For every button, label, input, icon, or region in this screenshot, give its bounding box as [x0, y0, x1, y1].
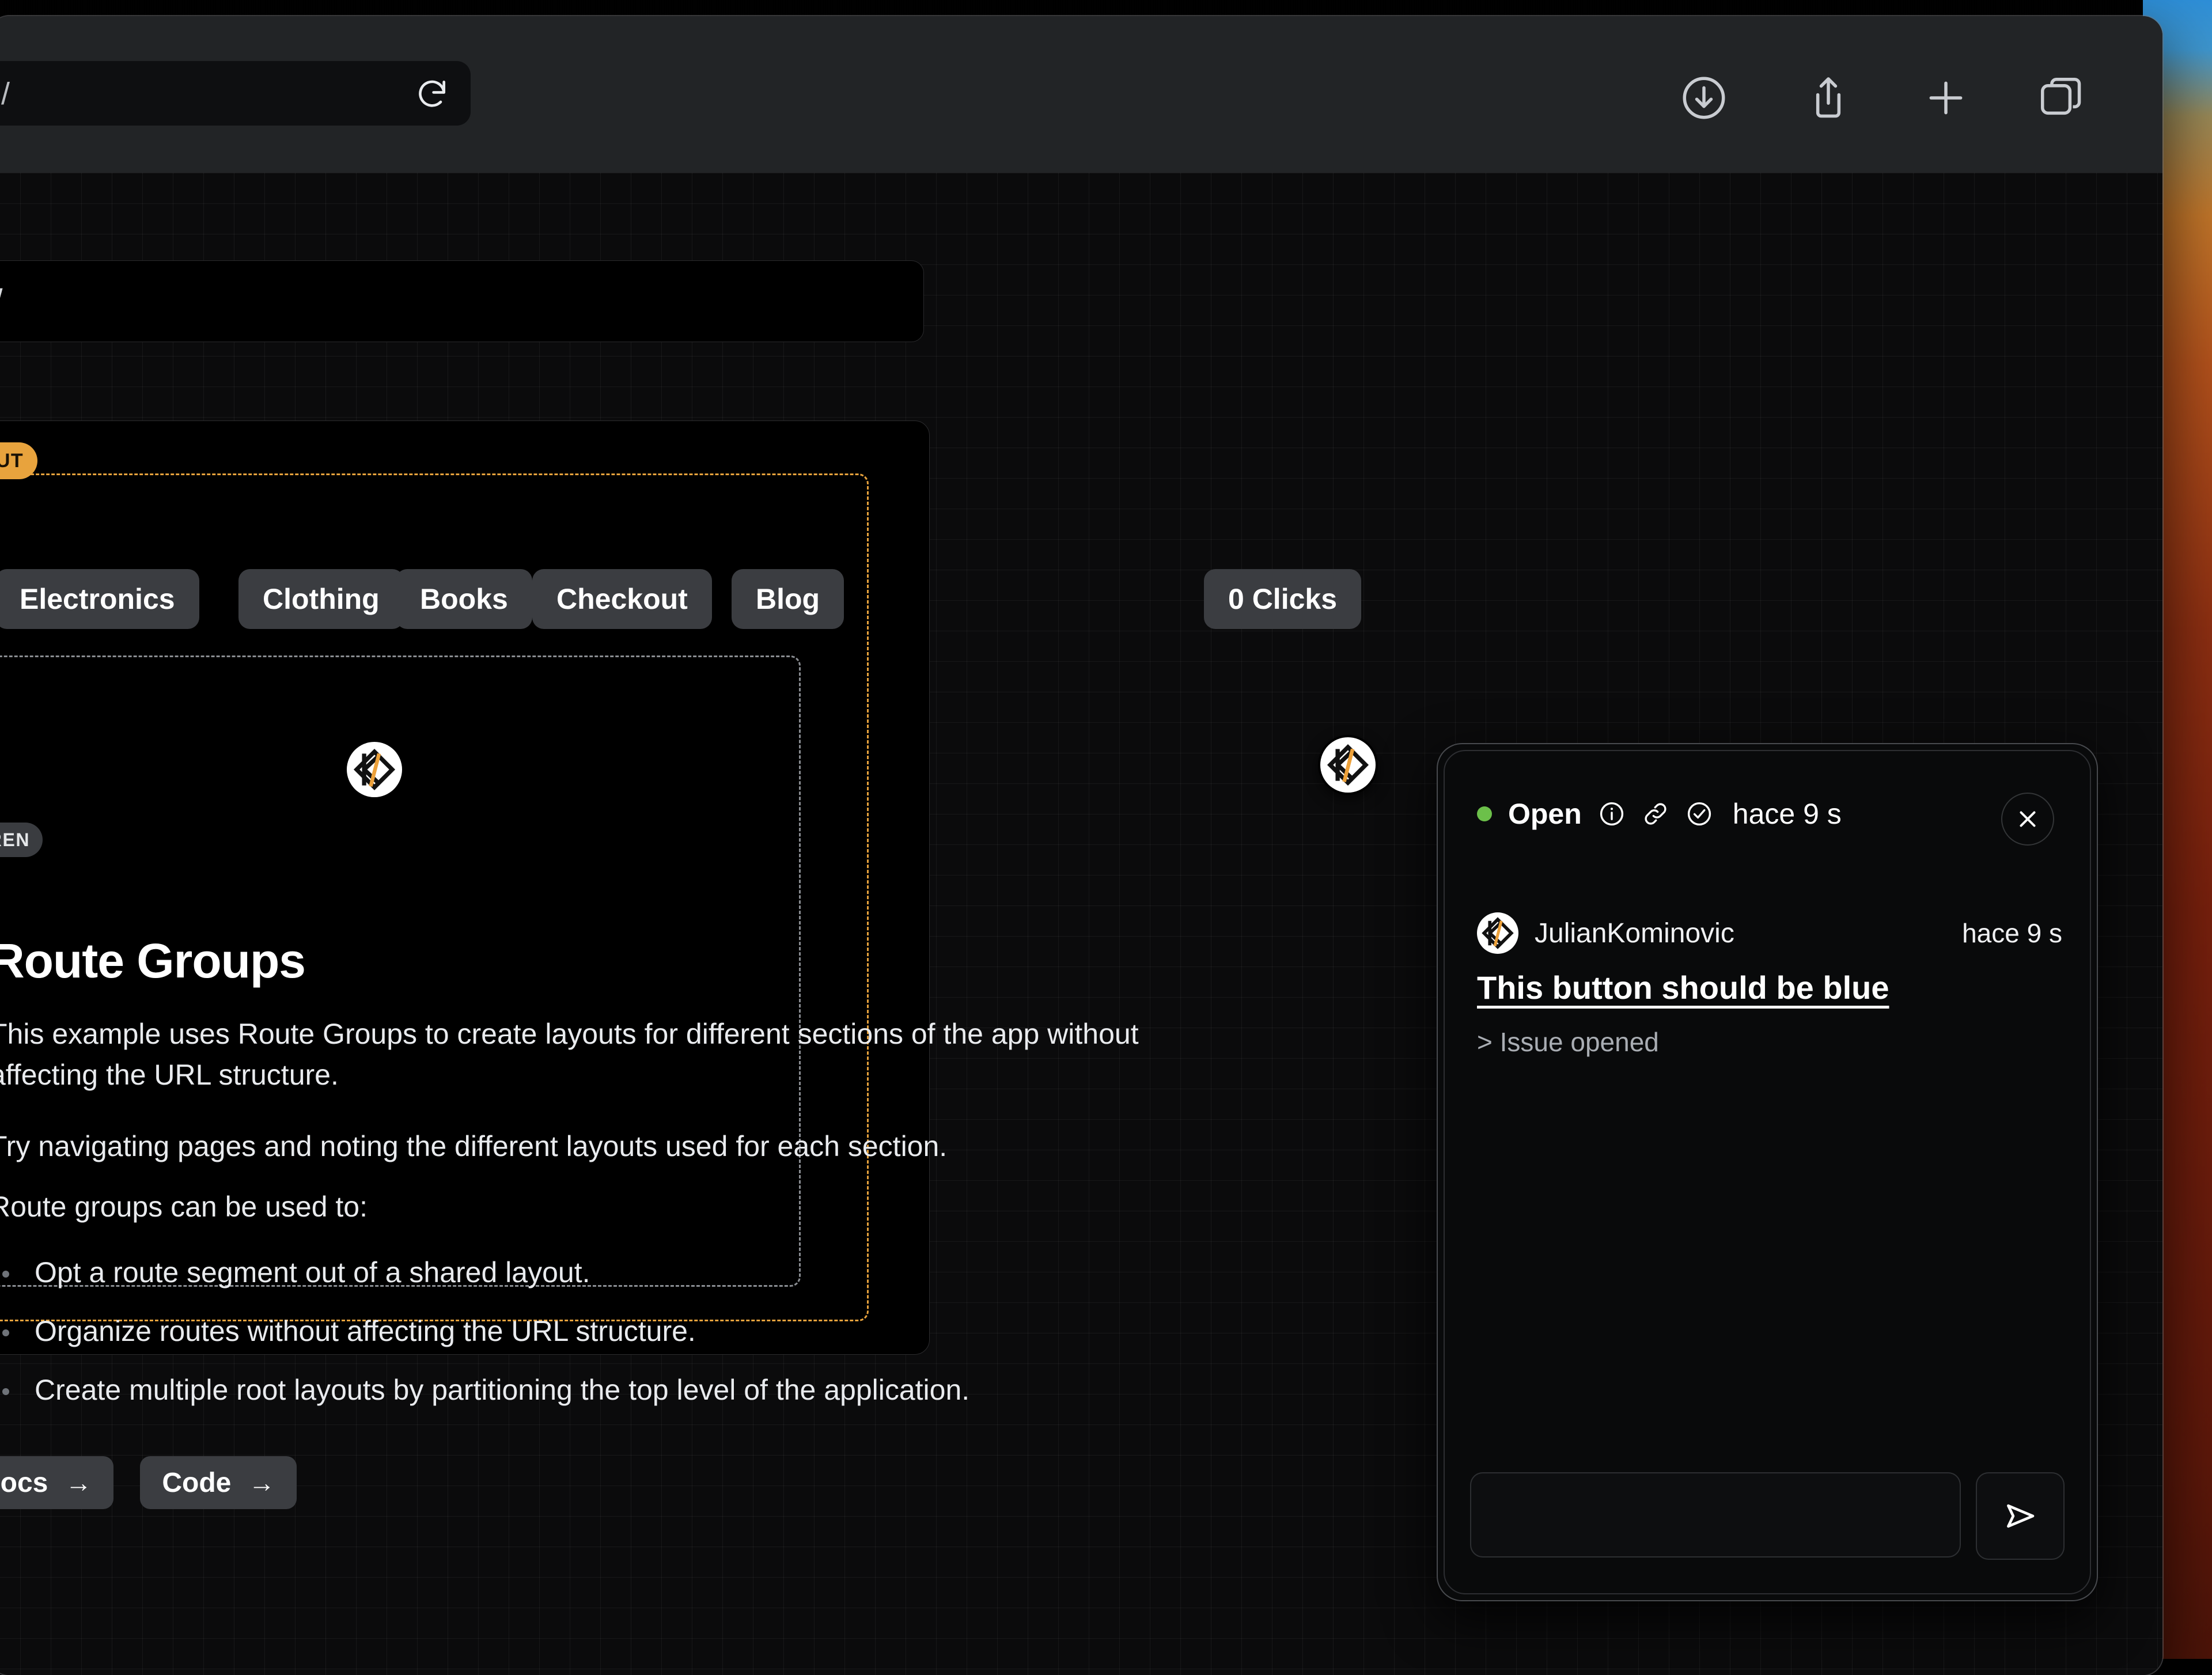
devtools-layout-badge[interactable]: LAYOUT: [0, 442, 37, 479]
code-button-label: Code: [162, 1467, 231, 1499]
message-time: hace 9 s: [1962, 918, 2062, 949]
browser-toolbar: /: [0, 16, 2162, 173]
link-icon[interactable]: [1642, 800, 1669, 828]
issue-body-text: > Issue opened: [1477, 1026, 1659, 1058]
nav-item-clothing[interactable]: Clothing: [238, 569, 404, 629]
list-item: Create multiple root layouts by partitio…: [0, 1373, 969, 1407]
page-title: Route Groups: [0, 933, 305, 989]
issue-title-link[interactable]: This button should be blue: [1477, 969, 1889, 1006]
content-paragraph-3: Route groups can be used to:: [0, 1187, 1245, 1227]
devtools-children-badge[interactable]: CHILDREN: [0, 823, 43, 857]
kominovic-logo-icon: [352, 747, 397, 792]
issue-panel-header: Open: [1477, 797, 1842, 831]
nav-item-blog[interactable]: Blog: [732, 569, 844, 629]
close-icon[interactable]: [2001, 793, 2054, 846]
message-input[interactable]: [1470, 1472, 1961, 1557]
message-composer: [1470, 1472, 2065, 1560]
list-item: Opt a route segment out of a shared layo…: [0, 1256, 969, 1289]
cta-button-row: Docs → Code →: [0, 1456, 297, 1509]
nav-item-electronics[interactable]: Electronics: [0, 569, 199, 629]
issue-message-header: JulianKominovic hace 9 s: [1477, 912, 2062, 954]
clicks-counter-button[interactable]: 0 Clicks: [1204, 569, 1361, 629]
share-icon[interactable]: [1803, 73, 1854, 123]
nav-item-checkout[interactable]: Checkout: [532, 569, 712, 629]
address-bar[interactable]: /: [0, 61, 471, 126]
presence-marker-a[interactable]: [347, 742, 402, 797]
check-circle-icon[interactable]: [1685, 800, 1713, 828]
arrow-right-icon: →: [248, 1467, 275, 1498]
browser-window: /: [0, 16, 2162, 1675]
info-circle-icon[interactable]: [1598, 800, 1626, 828]
list-item: Organize routes without affecting the UR…: [0, 1314, 969, 1348]
issue-header-time: hace 9 s: [1733, 797, 1842, 831]
avatar: [1477, 912, 1518, 954]
page-viewport: / LAYOUT CHILDREN Electronics Clothing B…: [0, 173, 2162, 1675]
presence-marker-b[interactable]: [1320, 737, 1376, 793]
kominovic-logo-icon: [1325, 742, 1370, 787]
route-display-text: /: [0, 282, 3, 319]
address-bar-text: /: [1, 76, 10, 112]
download-icon[interactable]: [1679, 73, 1729, 123]
issue-panel: Open: [1437, 743, 2098, 1601]
status-badge: Open: [1508, 797, 1582, 831]
plus-icon[interactable]: [1921, 73, 1971, 123]
content-bullet-list: Opt a route segment out of a shared layo…: [0, 1256, 969, 1432]
docs-button-label: Docs: [0, 1467, 48, 1499]
send-icon[interactable]: [1976, 1472, 2065, 1560]
arrow-right-icon: →: [65, 1467, 92, 1498]
route-display-bar: /: [0, 260, 924, 342]
status-dot: [1477, 806, 1492, 821]
tabs-icon[interactable]: [2036, 73, 2086, 123]
message-author: JulianKominovic: [1535, 918, 1734, 949]
content-paragraph-1: This example uses Route Groups to create…: [0, 1014, 1245, 1096]
reload-icon[interactable]: [414, 76, 450, 112]
code-button[interactable]: Code →: [140, 1456, 297, 1509]
site-navigation: Electronics Clothing Books Checkout Blog…: [0, 569, 911, 632]
content-paragraph-2: Try navigating pages and noting the diff…: [0, 1126, 1245, 1167]
issue-panel-inner: Open: [1444, 750, 2091, 1594]
nav-item-books[interactable]: Books: [396, 569, 532, 629]
docs-button[interactable]: Docs →: [0, 1456, 113, 1509]
